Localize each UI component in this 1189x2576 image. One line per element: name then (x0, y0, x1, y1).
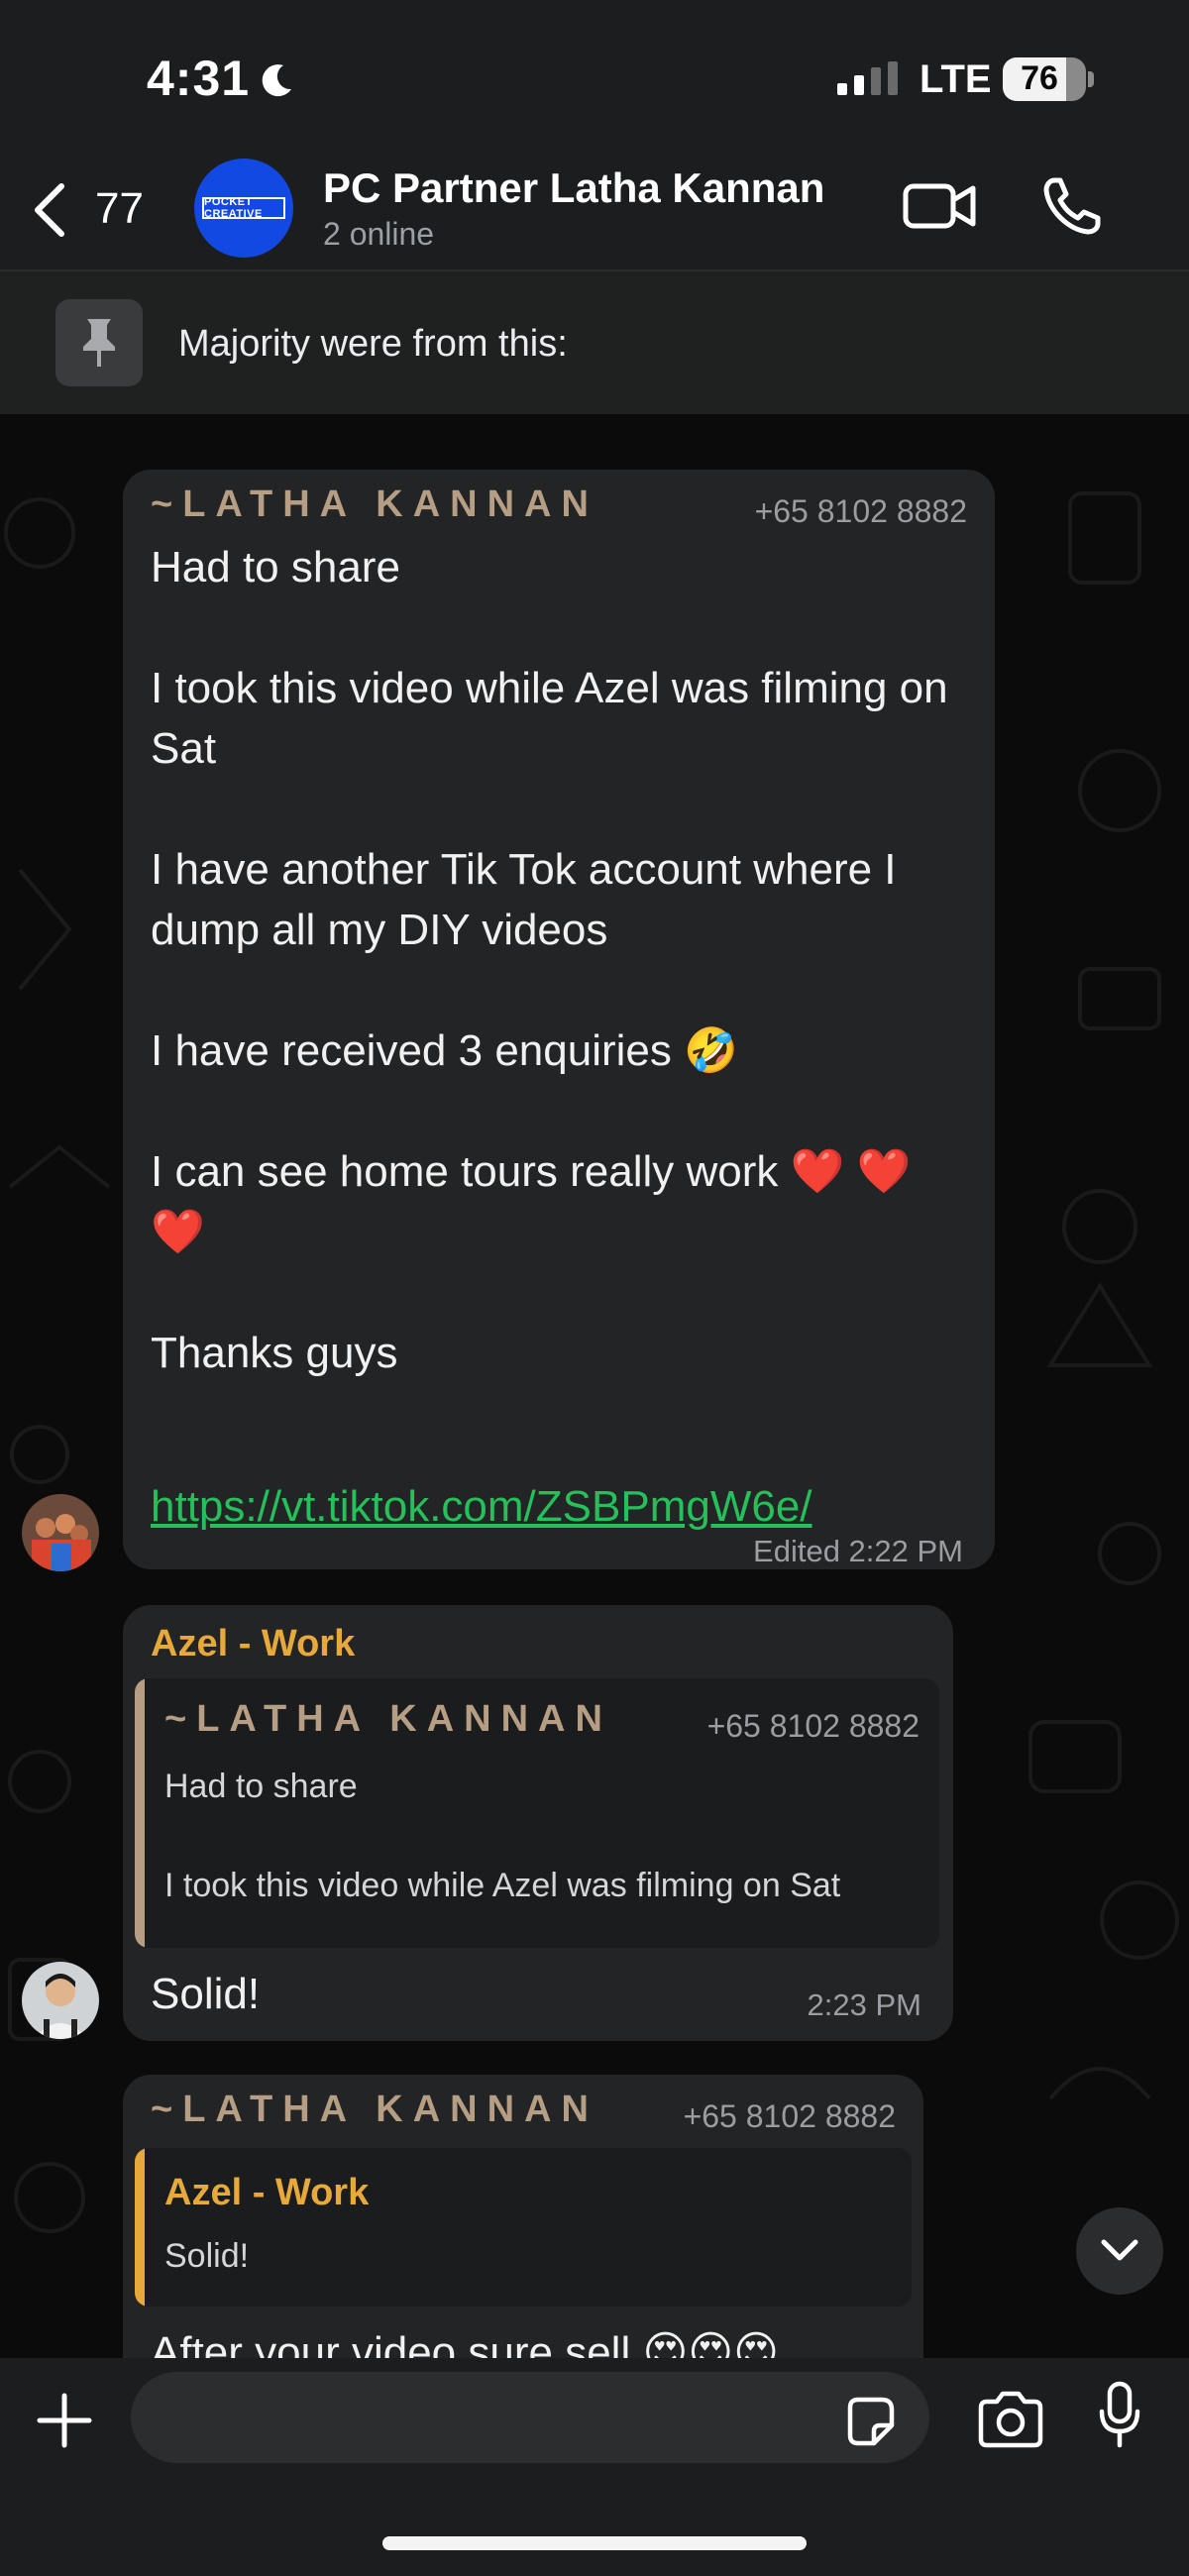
message-sender-phone: +65 8102 8882 (754, 493, 967, 529)
video-call-icon[interactable] (902, 176, 977, 236)
battery-tip (1088, 71, 1094, 87)
sender-avatar[interactable] (22, 1494, 99, 1571)
message-text: Had to share I took this video while Aze… (151, 543, 948, 1377)
plus-icon[interactable] (36, 2392, 93, 2449)
group-avatar-logo: POCKET CREATIVE (202, 196, 285, 220)
pin-icon (55, 299, 143, 386)
pinned-message-text[interactable]: Majority were from this: (178, 323, 568, 366)
message-text: Solid! (151, 1970, 261, 2018)
quoted-message[interactable]: Azel - Work Solid! (135, 2148, 912, 2307)
quoted-sender: ~LATHA KANNAN (164, 1698, 612, 1740)
quote-bar (135, 1678, 145, 1948)
message-text: After your video sure sell 😍😍😍 (151, 2328, 780, 2358)
quoted-sender-phone: +65 8102 8882 (706, 1708, 919, 1744)
signal-icon (837, 61, 898, 95)
status-time: 4:31 (147, 51, 251, 106)
phone-icon[interactable] (1040, 174, 1104, 238)
moon-icon (262, 64, 291, 97)
quoted-message[interactable]: ~LATHA KANNAN +65 8102 8882 Had to share… (135, 1678, 939, 1948)
message-sender[interactable]: Azel - Work (151, 1623, 355, 1665)
chat-title[interactable]: PC Partner Latha Kannan (323, 164, 824, 212)
message-bubble[interactable]: ~LATHA KANNAN +65 8102 8882 Had to share… (123, 470, 995, 1569)
home-indicator (382, 2536, 807, 2550)
battery-icon: 76 (1003, 57, 1086, 101)
scroll-to-bottom-button[interactable] (1076, 2207, 1163, 2295)
message-bubble[interactable]: ~LATHA KANNAN +65 8102 8882 Azel - Work … (123, 2075, 923, 2358)
unread-count[interactable]: 77 (95, 184, 144, 234)
quote-bar (135, 2148, 145, 2307)
message-time: Edited 2:22 PM (753, 1534, 963, 1568)
back-chevron-icon[interactable] (26, 180, 73, 240)
chevron-down-icon (1101, 2239, 1138, 2261)
message-bubble[interactable]: Azel - Work ~LATHA KANNAN +65 8102 8882 … (123, 1605, 953, 2041)
quoted-sender: Azel - Work (164, 2172, 370, 2213)
quoted-text-line: Solid! (164, 2237, 250, 2275)
battery-level: 76 (1021, 59, 1058, 97)
chat-area[interactable]: ~LATHA KANNAN +65 8102 8882 Had to share… (0, 414, 1189, 2358)
quoted-text-line: I took this video while Azel was filming… (164, 1867, 841, 1904)
status-bar: 4:31 LTE 76 (0, 0, 1189, 149)
quoted-text-line: Had to share (164, 1768, 358, 1805)
message-input[interactable] (131, 2372, 929, 2463)
sticker-icon[interactable] (842, 2394, 898, 2449)
message-sender[interactable]: ~LATHA KANNAN (151, 483, 598, 526)
network-type: LTE (919, 57, 992, 101)
sender-avatar[interactable] (22, 1962, 99, 2039)
microphone-icon[interactable] (1096, 2380, 1143, 2451)
message-link[interactable]: https://vt.tiktok.com/ZSBPmgW6e/ (151, 1476, 973, 1537)
message-time: 2:23 PM (807, 1987, 921, 2022)
group-avatar[interactable]: POCKET CREATIVE (194, 159, 293, 258)
message-sender[interactable]: ~LATHA KANNAN (151, 2089, 598, 2131)
message-sender-phone: +65 8102 8882 (683, 2098, 896, 2134)
camera-icon[interactable] (977, 2390, 1044, 2449)
online-status: 2 online (323, 216, 435, 252)
